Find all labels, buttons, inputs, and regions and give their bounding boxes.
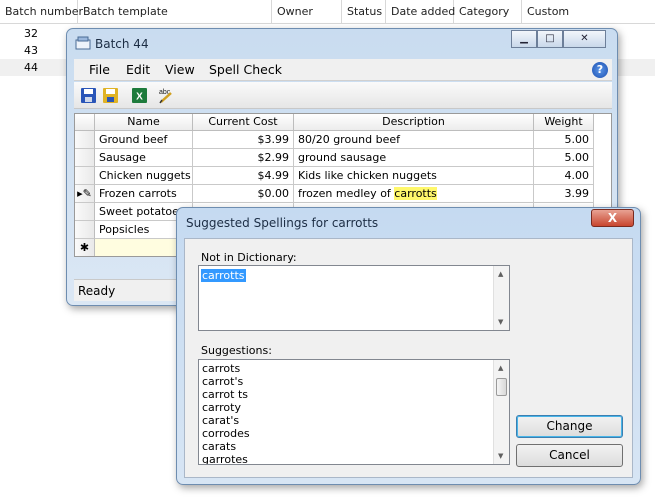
cell-cost[interactable]: $4.99 [193, 167, 294, 185]
row-header[interactable] [75, 149, 95, 167]
help-icon[interactable]: ? [592, 62, 608, 78]
dialog-close-button[interactable]: X [591, 209, 634, 227]
menu-bar: File Edit View Spell Check ? [74, 59, 612, 81]
svg-text:X: X [136, 92, 143, 103]
list-item[interactable]: carats [202, 440, 236, 453]
list-item[interactable]: carrot's [202, 375, 243, 388]
close-button[interactable]: ✕ [563, 30, 606, 48]
col-category[interactable]: Category [454, 0, 522, 24]
misspelled-word: carrotts [201, 269, 246, 282]
col-status[interactable]: Status [342, 0, 386, 24]
row-header-corner [75, 114, 95, 131]
cell-weight[interactable]: 3.99 [534, 185, 594, 203]
scroll-thumb[interactable] [496, 378, 507, 396]
row-header[interactable] [75, 131, 95, 149]
header-weight[interactable]: Weight [534, 114, 594, 131]
suggestions-label: Suggestions: [201, 344, 272, 357]
row-header[interactable] [75, 221, 95, 239]
header-description[interactable]: Description [294, 114, 534, 131]
save-all-icon[interactable] [102, 87, 119, 104]
window-title: Batch 44 [95, 37, 149, 51]
list-item[interactable]: carrots [202, 362, 240, 375]
batch-number: 32 [24, 27, 38, 40]
list-item[interactable]: carrot ts [202, 388, 248, 401]
not-in-dictionary-field[interactable]: carrotts ▲ ▼ [198, 265, 510, 331]
batch-number: 44 [24, 61, 38, 74]
change-button[interactable]: Change [516, 415, 623, 438]
col-batch-number[interactable]: Batch number [0, 0, 83, 24]
background-grid-header: Batch number Batch template Owner Status… [0, 0, 655, 24]
cell-name[interactable]: Ground beef [95, 131, 193, 149]
cell-description[interactable]: ground sausage [294, 149, 534, 167]
new-row-header[interactable]: ✱ [75, 239, 95, 256]
cell-weight[interactable]: 5.00 [534, 149, 594, 167]
col-batch-template[interactable]: Batch template [78, 0, 272, 24]
row-header[interactable] [75, 203, 95, 221]
spelling-dialog: Suggested Spellings for carrotts X Not i… [176, 207, 641, 485]
header-name[interactable]: Name [95, 114, 193, 131]
spell-check-icon[interactable]: abc [158, 87, 175, 104]
cell-name[interactable]: Frozen carrots [95, 185, 193, 203]
cell-name[interactable]: Chicken nuggets [95, 167, 193, 185]
cell-weight[interactable]: 5.00 [534, 131, 594, 149]
misspelled-word-highlight: carrotts [394, 187, 437, 200]
cell-cost[interactable]: $2.99 [193, 149, 294, 167]
batch-number: 43 [24, 44, 38, 57]
cell-cost[interactable]: $3.99 [193, 131, 294, 149]
menu-view[interactable]: View [165, 62, 195, 77]
suggestions-list[interactable]: carrots carrot's carrot ts carroty carat… [198, 359, 510, 465]
dialog-title: Suggested Spellings for carrotts [186, 216, 379, 230]
minimize-button[interactable]: ▁ [511, 30, 537, 48]
cancel-button[interactable]: Cancel [516, 444, 623, 467]
menu-spell-check[interactable]: Spell Check [209, 62, 282, 77]
save-icon[interactable] [80, 87, 97, 104]
cell-name[interactable]: Sausage [95, 149, 193, 167]
row-header[interactable] [75, 167, 95, 185]
list-item[interactable]: garrotes [202, 453, 248, 464]
list-item[interactable]: corrodes [202, 427, 250, 440]
cell-weight[interactable]: 4.00 [534, 167, 594, 185]
maximize-button[interactable]: □ [537, 30, 563, 48]
cell-description[interactable]: Kids like chicken nuggets [294, 167, 534, 185]
cell-description-editing[interactable]: frozen medley of carrotts [294, 185, 534, 203]
excel-icon[interactable]: X [131, 87, 148, 104]
toolbar: X abc [74, 82, 612, 109]
list-item[interactable]: carat's [202, 414, 239, 427]
cell-description[interactable]: 80/20 ground beef [294, 131, 534, 149]
not-in-dictionary-label: Not in Dictionary: [201, 251, 297, 264]
cell-cost[interactable]: $0.00 [193, 185, 294, 203]
col-owner[interactable]: Owner [272, 0, 342, 24]
list-item[interactable]: carroty [202, 401, 241, 414]
row-header-editing[interactable]: ▸✎ [75, 185, 95, 203]
col-custom[interactable]: Custom [522, 0, 655, 24]
menu-edit[interactable]: Edit [126, 62, 150, 77]
description-text: frozen medley of [298, 187, 395, 200]
menu-file[interactable]: File [89, 62, 110, 77]
header-current-cost[interactable]: Current Cost [193, 114, 294, 131]
dialog-body: Not in Dictionary: carrotts ▲ ▼ Suggestio… [184, 238, 633, 478]
pencil-edit-icon: ▸✎ [77, 187, 92, 200]
col-date-added[interactable]: Date added [386, 0, 455, 24]
scrollbar[interactable]: ▲ ▼ [493, 266, 509, 330]
scrollbar[interactable]: ▲ ▼ [493, 360, 509, 464]
app-icon [75, 36, 91, 50]
